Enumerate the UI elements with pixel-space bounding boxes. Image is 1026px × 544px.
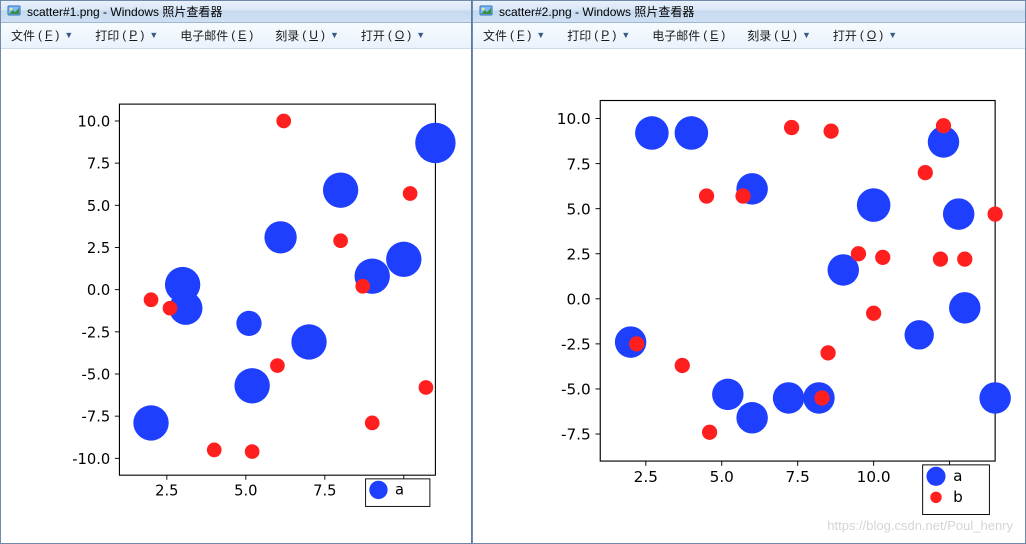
scatter-chart-1: 2.5 5.0 7.5 10.0 -10.0 -7.5 -5.0 -2.5 0.0 2.5 5.0 7…	[1, 49, 471, 543]
svg-text:-2.5: -2.5	[82, 324, 111, 341]
chevron-down-icon: ▼	[802, 30, 811, 40]
svg-text:2.5: 2.5	[155, 482, 178, 499]
svg-text:2.5: 2.5	[634, 468, 658, 486]
svg-text:a: a	[953, 467, 962, 485]
chevron-down-icon: ▼	[536, 30, 545, 40]
titlebar[interactable]: scatter#1.png - Windows 照片查看器	[1, 1, 471, 23]
svg-text:5.0: 5.0	[710, 468, 734, 486]
window-scatter2: scatter#2.png - Windows 照片查看器 文件(F)▼ 打印(…	[472, 0, 1026, 544]
menu-file[interactable]: 文件(F)▼	[7, 25, 77, 46]
menu-print[interactable]: 打印(P)▼	[91, 25, 162, 46]
svg-text:-5.0: -5.0	[561, 381, 591, 399]
svg-text:10.0: 10.0	[557, 110, 591, 128]
chevron-down-icon: ▼	[330, 30, 339, 40]
menu-open[interactable]: 打开(O)▼	[829, 25, 901, 46]
svg-text:-10.0: -10.0	[72, 451, 110, 468]
chevron-down-icon: ▼	[888, 30, 897, 40]
svg-text:5.0: 5.0	[87, 198, 110, 215]
menu-open[interactable]: 打开(O)▼	[357, 25, 429, 46]
svg-text:10.0: 10.0	[857, 468, 891, 486]
chevron-down-icon: ▼	[149, 30, 158, 40]
svg-text:-2.5: -2.5	[561, 335, 591, 353]
window-title: scatter#2.png - Windows 照片查看器	[499, 3, 694, 20]
chevron-down-icon: ▼	[416, 30, 425, 40]
svg-text:0.0: 0.0	[566, 290, 590, 308]
svg-text:a: a	[395, 481, 404, 498]
titlebar[interactable]: scatter#2.png - Windows 照片查看器	[473, 1, 1025, 23]
svg-text:0.0: 0.0	[87, 282, 110, 299]
svg-text:2.5: 2.5	[87, 240, 110, 257]
svg-text:b: b	[953, 488, 963, 506]
svg-text:10.0: 10.0	[78, 113, 111, 130]
menu-burn[interactable]: 刻录(U)▼	[271, 25, 343, 46]
window-scatter1: scatter#1.png - Windows 照片查看器 文件(F)▼ 打印(…	[0, 0, 472, 544]
app-icon	[479, 4, 493, 18]
svg-text:-5.0: -5.0	[82, 366, 111, 383]
svg-text:-7.5: -7.5	[561, 426, 591, 444]
image-canvas[interactable]: 2.5 5.0 7.5 10.0 -10.0 -7.5 -5.0 -2.5 0.0 2.5 5.0 7…	[1, 49, 471, 543]
image-canvas[interactable]: 2.55.07.510.012.5-7.5-5.0-2.50.02.55.07.…	[473, 49, 1025, 543]
desktop: scatter#1.png - Windows 照片查看器 文件(F)▼ 打印(…	[0, 0, 1026, 544]
window-title: scatter#1.png - Windows 照片查看器	[27, 3, 222, 20]
menu-file[interactable]: 文件(F)▼	[479, 25, 549, 46]
chevron-down-icon: ▼	[64, 30, 73, 40]
svg-text:7.5: 7.5	[87, 155, 110, 172]
svg-text:5.0: 5.0	[234, 482, 257, 499]
svg-text:5.0: 5.0	[566, 200, 590, 218]
menu-email[interactable]: 电子邮件(E)	[176, 25, 257, 46]
menu-burn[interactable]: 刻录(U)▼	[743, 25, 815, 46]
svg-text:2.5: 2.5	[566, 245, 590, 263]
svg-text:7.5: 7.5	[566, 155, 590, 173]
menu-print[interactable]: 打印(P)▼	[563, 25, 634, 46]
svg-text:7.5: 7.5	[313, 482, 336, 499]
menu-email[interactable]: 电子邮件(E)	[648, 25, 729, 46]
svg-text:-7.5: -7.5	[82, 408, 111, 425]
menubar: 文件(F)▼ 打印(P)▼ 电子邮件(E) 刻录(U)▼ 打开(O)▼	[1, 23, 471, 49]
chevron-down-icon: ▼	[621, 30, 630, 40]
scatter-chart-2: 2.55.07.510.012.5-7.5-5.0-2.50.02.55.07.…	[473, 49, 1025, 543]
app-icon	[7, 4, 21, 18]
svg-text:7.5: 7.5	[786, 468, 810, 486]
menubar: 文件(F)▼ 打印(P)▼ 电子邮件(E) 刻录(U)▼ 打开(O)▼	[473, 23, 1025, 49]
